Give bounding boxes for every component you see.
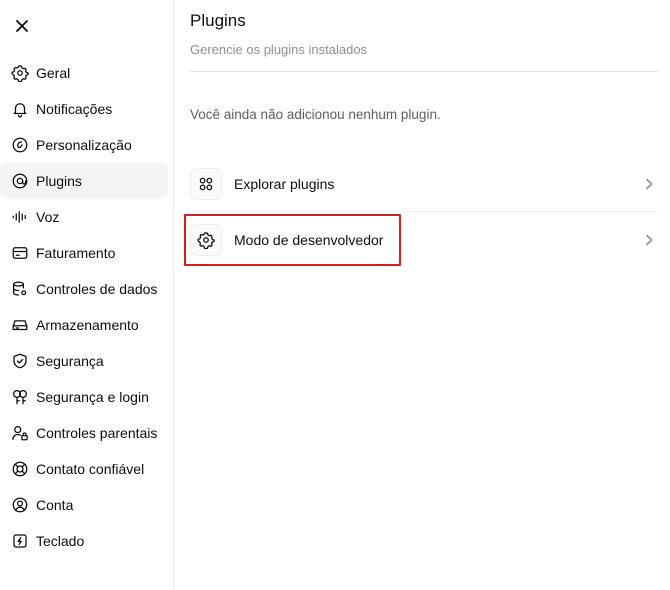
sidebar-item-controles-parentais[interactable]: Controles parentais bbox=[0, 415, 168, 451]
sidebar-item-label: Plugins bbox=[36, 173, 82, 189]
sidebar-item-teclado[interactable]: Teclado bbox=[0, 523, 168, 559]
sidebar-item-label: Controles de dados bbox=[36, 281, 158, 297]
sidebar-item-label: Segurança e login bbox=[36, 389, 149, 405]
gear-icon bbox=[10, 63, 30, 83]
sidebar-item-armazenamento[interactable]: Armazenamento bbox=[0, 307, 168, 343]
sidebar-item-label: Personalização bbox=[36, 137, 132, 153]
sidebar-item-plugins[interactable]: Plugins bbox=[0, 163, 168, 199]
shield-check-icon bbox=[10, 351, 30, 371]
row-label: Explorar plugins bbox=[234, 176, 335, 192]
sidebar-item-label: Controles parentais bbox=[36, 425, 158, 441]
sidebar-item-label: Faturamento bbox=[36, 245, 116, 261]
explore-plugins-row[interactable]: Explorar plugins bbox=[190, 156, 658, 212]
database-settings-icon bbox=[10, 279, 30, 299]
sidebar-item-label: Contato confiável bbox=[36, 461, 145, 477]
user-lock-icon bbox=[10, 423, 30, 443]
header-divider bbox=[190, 71, 658, 72]
sidebar-item-conta[interactable]: Conta bbox=[0, 487, 168, 523]
gear-icon bbox=[190, 224, 222, 256]
lifebuoy-icon bbox=[10, 459, 30, 479]
sidebar-item-voz[interactable]: Voz bbox=[0, 199, 168, 235]
storage-drive-icon bbox=[10, 315, 30, 335]
sidebar-item-label: Armazenamento bbox=[36, 317, 139, 333]
key-icon bbox=[10, 387, 30, 407]
personalization-icon bbox=[10, 135, 30, 155]
grid-icon bbox=[190, 168, 222, 200]
keyboard-icon bbox=[10, 531, 30, 551]
page-title: Plugins bbox=[190, 11, 246, 30]
sidebar-item-seguranca[interactable]: Segurança bbox=[0, 343, 168, 379]
sidebar-item-faturamento[interactable]: Faturamento bbox=[0, 235, 168, 271]
bell-icon bbox=[10, 99, 30, 119]
developer-mode-row[interactable]: Modo de desenvolvedor bbox=[190, 212, 658, 268]
sidebar-item-label: Geral bbox=[36, 65, 71, 81]
row-label: Modo de desenvolvedor bbox=[234, 232, 384, 248]
sidebar-item-label: Voz bbox=[36, 209, 60, 225]
credit-card-icon bbox=[10, 243, 30, 263]
chevron-right-icon bbox=[642, 233, 656, 247]
sidebar-item-label: Teclado bbox=[36, 533, 85, 549]
chevron-right-icon bbox=[642, 177, 656, 191]
page-subtitle: Gerencie os plugins instalados bbox=[190, 42, 368, 57]
sidebar-item-label: Segurança bbox=[36, 353, 104, 369]
settings-sidebar: Geral Notificações Personalização Plugin… bbox=[0, 0, 174, 590]
sidebar-item-personalizacao[interactable]: Personalização bbox=[0, 127, 168, 163]
plugin-icon bbox=[10, 171, 30, 191]
sidebar-item-label: Conta bbox=[36, 497, 74, 513]
sidebar-item-geral[interactable]: Geral bbox=[0, 55, 168, 91]
sidebar-item-contato-confiavel[interactable]: Contato confiável bbox=[0, 451, 168, 487]
sidebar-item-controles-de-dados[interactable]: Controles de dados bbox=[0, 271, 168, 307]
sidebar-item-notificacoes[interactable]: Notificações bbox=[0, 91, 168, 127]
sidebar-item-seguranca-e-login[interactable]: Segurança e login bbox=[0, 379, 168, 415]
user-circle-icon bbox=[10, 495, 30, 515]
close-icon bbox=[16, 20, 28, 32]
plugins-panel: Plugins Gerencie os plugins instalados V… bbox=[190, 0, 658, 590]
settings-nav: Geral Notificações Personalização Plugin… bbox=[0, 55, 168, 559]
close-button[interactable] bbox=[10, 14, 34, 38]
empty-plugins-message: Você ainda não adicionou nenhum plugin. bbox=[190, 107, 441, 122]
voice-waveform-icon bbox=[10, 207, 30, 227]
sidebar-item-label: Notificações bbox=[36, 101, 113, 117]
